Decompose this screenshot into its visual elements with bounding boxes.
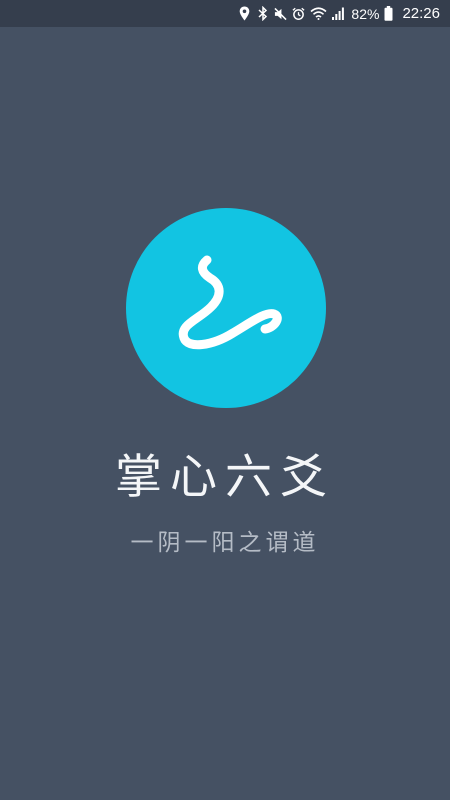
- alarm-icon: [292, 6, 305, 22]
- snake-script-logo-icon: [178, 255, 282, 350]
- battery-icon: [384, 6, 393, 22]
- wifi-icon: [310, 6, 327, 22]
- battery-percent: 82%: [351, 5, 380, 22]
- app-title: 掌心六爻: [115, 450, 335, 505]
- bluetooth-icon: [256, 6, 269, 22]
- app-logo: [126, 208, 326, 408]
- mute-icon: [274, 6, 288, 22]
- status-bar: 82% 22:26: [0, 0, 450, 27]
- app-tagline: 一阴一阳之谓道: [130, 530, 320, 556]
- location-icon: [238, 6, 251, 22]
- status-time: 22:26: [402, 5, 440, 22]
- signal-icon: [332, 6, 345, 22]
- splash-screen: 82% 22:26 掌心六爻 一阴一阳之谓道: [0, 0, 450, 800]
